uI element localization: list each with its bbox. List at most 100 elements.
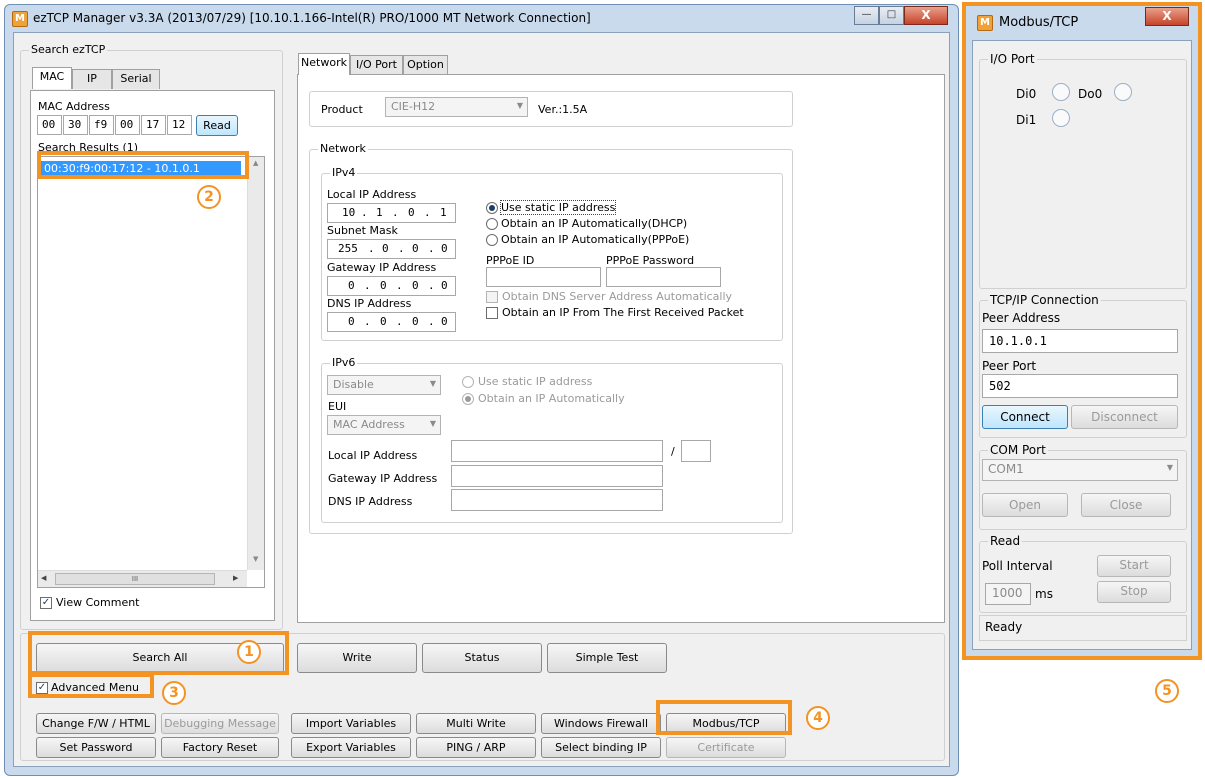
vertical-scrollbar[interactable]: ▲ ▼ (247, 157, 264, 570)
eui-select: MAC Address ▼ (327, 415, 441, 435)
pppoe-id-input[interactable] (486, 267, 601, 287)
search-result-item[interactable]: 00:30:f9:00:17:12 - 10.1.0.1 (41, 161, 241, 178)
ipv6-auto-radio[interactable] (462, 393, 474, 405)
status-button[interactable]: Status (422, 643, 542, 673)
tab-option[interactable]: Option (403, 55, 448, 75)
scroll-right-arrow-icon[interactable]: ▶ (233, 574, 238, 582)
modbus-window-title: Modbus/TCP (999, 15, 1079, 30)
dhcp-radio[interactable] (486, 218, 498, 230)
read-button[interactable]: Read (196, 115, 238, 136)
do0-indicator-icon[interactable] (1114, 83, 1132, 101)
product-value: CIE-H12 (391, 100, 436, 113)
change-fw-button[interactable]: Change F/W / HTML (36, 713, 156, 734)
chevron-down-icon: ▼ (429, 379, 436, 388)
gateway-octet-1: 0 (348, 279, 355, 292)
dns-ip-input[interactable]: 0 . 0 . 0 . 0 (327, 312, 456, 332)
tab-mac[interactable]: MAC (32, 67, 72, 89)
pppoe-password-input[interactable] (606, 267, 721, 287)
import-variables-button[interactable]: Import Variables (291, 713, 411, 734)
product-select: CIE-H12 ▼ (385, 97, 528, 117)
minimize-button[interactable]: — (854, 6, 879, 25)
mac-octet-1[interactable]: 00 (37, 115, 62, 135)
read-label: Read (988, 534, 1023, 548)
gateway-ip-input[interactable]: 0 . 0 . 0 . 0 (327, 276, 456, 296)
tab-serial[interactable]: Serial (112, 69, 160, 89)
mac-octet-5[interactable]: 17 (141, 115, 166, 135)
mac-octet-4[interactable]: 00 (115, 115, 140, 135)
horizontal-scroll-thumb[interactable]: III (55, 573, 215, 585)
subnet-mask-input[interactable]: 255 . 0 . 0 . 0 (327, 239, 456, 259)
peer-port-input[interactable]: 502 (982, 374, 1178, 398)
horizontal-scrollbar[interactable]: ◀ III ▶ (38, 570, 247, 587)
di0-indicator-icon (1052, 83, 1070, 101)
maximize-button[interactable]: □ (879, 6, 904, 25)
select-binding-ip-button[interactable]: Select binding IP (541, 737, 661, 758)
modbus-window: M Modbus/TCP X I/O Port Di0 Do0 Di1 TCP/… (964, 4, 1200, 658)
pppoe-radio[interactable] (486, 234, 498, 246)
scroll-left-arrow-icon[interactable]: ◀ (41, 574, 46, 582)
modbus-titlebar[interactable]: M Modbus/TCP X (965, 5, 1199, 37)
ipv6-label: IPv6 (330, 356, 358, 369)
certificate-button[interactable]: Certificate (666, 737, 786, 758)
modbus-tcp-button[interactable]: Modbus/TCP (666, 713, 786, 734)
disconnect-button[interactable]: Disconnect (1071, 405, 1178, 429)
set-password-button[interactable]: Set Password (36, 737, 156, 758)
write-button[interactable]: Write (297, 643, 417, 673)
pppoe-id-label: PPPoE ID (486, 254, 535, 267)
search-results-list[interactable]: 00:30:f9:00:17:12 - 10.1.0.1 ▲ ▼ ◀ III ▶ (37, 156, 265, 588)
modbus-client-area: I/O Port Di0 Do0 Di1 TCP/IP Connection P… (972, 40, 1192, 650)
close-port-button[interactable]: Close (1081, 493, 1171, 517)
windows-firewall-button[interactable]: Windows Firewall (541, 713, 661, 734)
ping-arp-button[interactable]: PING / ARP (416, 737, 536, 758)
export-variables-button[interactable]: Export Variables (291, 737, 411, 758)
tcp-connection-label: TCP/IP Connection (988, 293, 1101, 307)
multi-write-button[interactable]: Multi Write (416, 713, 536, 734)
dns-octet-2: 0 (380, 315, 387, 328)
debugging-message-button[interactable]: Debugging Message (161, 713, 279, 734)
peer-address-input[interactable]: 10.1.0.1 (982, 329, 1178, 353)
mac-octet-2[interactable]: 30 (63, 115, 88, 135)
ipv6-static-radio[interactable] (462, 376, 474, 388)
mac-octet-3[interactable]: f9 (89, 115, 114, 135)
local-ip-input[interactable]: 10 . 1 . 0 . 1 (327, 203, 456, 223)
scroll-up-arrow-icon[interactable]: ▲ (253, 159, 258, 167)
view-comment-checkbox[interactable]: ✓ (40, 597, 52, 609)
modbus-app-icon: M (977, 15, 993, 31)
com-port-value: COM1 (988, 462, 1024, 476)
ipv6-mode-value: Disable (333, 378, 374, 391)
connect-button[interactable]: Connect (982, 405, 1068, 429)
ipv6-dns-input[interactable] (451, 489, 663, 511)
ipv6-local-ip-input[interactable] (451, 440, 663, 462)
tab-network[interactable]: Network (298, 53, 350, 75)
annotation-4: 4 (806, 706, 830, 730)
subnet-mask-label: Subnet Mask (327, 224, 398, 237)
factory-reset-button[interactable]: Factory Reset (161, 737, 279, 758)
simple-test-button[interactable]: Simple Test (547, 643, 667, 673)
stop-button[interactable]: Stop (1097, 581, 1171, 603)
chevron-down-icon: ▼ (429, 419, 436, 428)
advanced-menu-checkbox[interactable]: ✓ (36, 682, 48, 694)
mac-octet-6[interactable]: 12 (167, 115, 192, 135)
ip-dot: . (428, 242, 435, 255)
main-titlebar[interactable]: M ezTCP Manager v3.3A (2013/07/29) [10.1… (5, 5, 958, 31)
ipv6-prefix-input[interactable] (681, 440, 711, 462)
tab-ip[interactable]: IP (72, 69, 112, 89)
ipv4-label: IPv4 (330, 166, 358, 179)
poll-interval-input[interactable]: 1000 (985, 583, 1031, 605)
annotation-3: 3 (162, 681, 186, 705)
modbus-close-button[interactable]: X (1145, 7, 1189, 26)
first-packet-checkbox[interactable] (486, 307, 498, 319)
network-group-label: Network (318, 142, 368, 155)
static-ip-radio[interactable] (486, 202, 498, 214)
ipv6-gateway-input[interactable] (451, 465, 663, 487)
close-button[interactable]: X (904, 6, 948, 25)
com-port-select: COM1 ▼ (982, 459, 1178, 481)
scroll-down-arrow-icon[interactable]: ▼ (253, 555, 258, 563)
tab-io-port[interactable]: I/O Port (350, 55, 403, 75)
annotation-2: 2 (197, 185, 221, 209)
dns-auto-checkbox[interactable] (486, 291, 498, 303)
ip-dot: . (364, 279, 371, 292)
advanced-menu-label: Advanced Menu (51, 681, 140, 694)
start-button[interactable]: Start (1097, 555, 1171, 577)
open-button[interactable]: Open (982, 493, 1068, 517)
